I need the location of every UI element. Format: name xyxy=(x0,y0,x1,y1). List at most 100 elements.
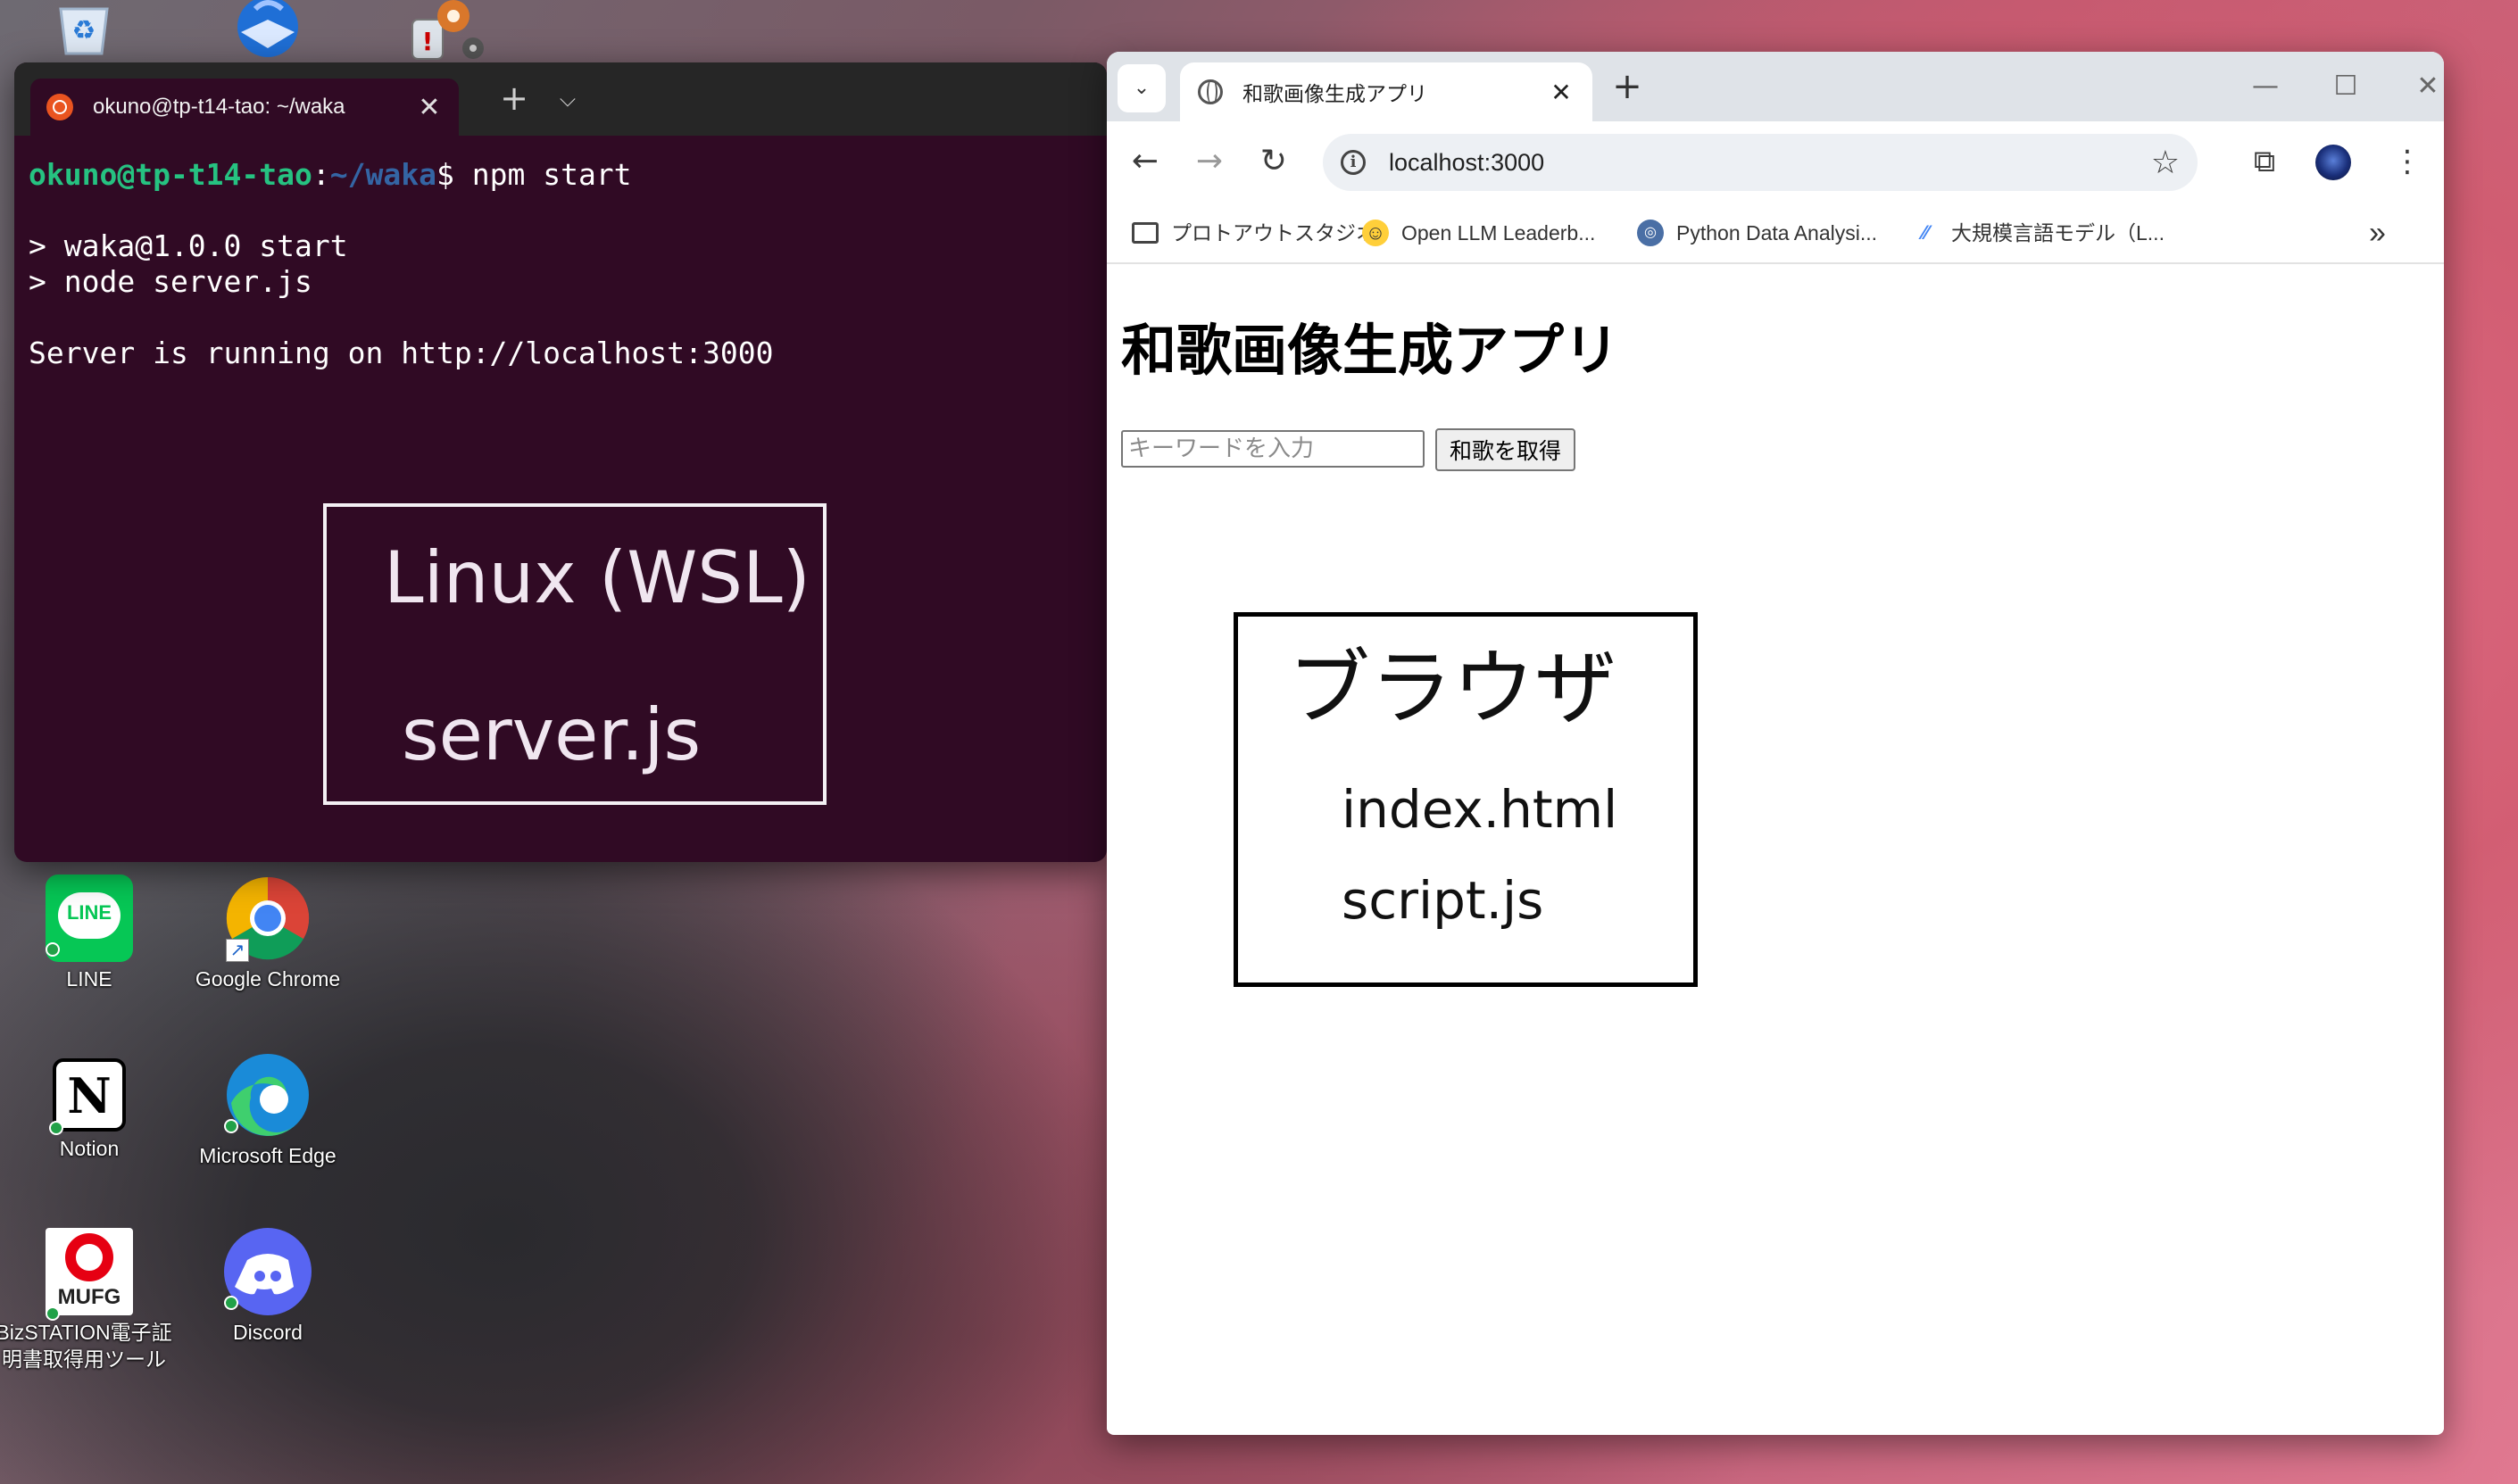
bookmark-item[interactable]: プロトアウトスタジオ xyxy=(1132,202,1376,264)
mufg-icon: MUFG xyxy=(46,1228,133,1321)
profile-avatar[interactable] xyxy=(2315,145,2351,180)
browser-window[interactable]: ⌄ 和歌画像生成アプリ ✕ + — ☐ ✕ ← → ↻ i localhost:… xyxy=(1107,52,2444,1435)
desktop-icon-line[interactable]: LINE LINE xyxy=(0,875,179,992)
bookmark-item[interactable]: ⁄⁄ 大規模言語モデル（L... xyxy=(1912,202,2165,264)
sync-status-icon xyxy=(224,1119,238,1133)
desktop-icon-label: Discord xyxy=(233,1321,303,1344)
desktop-icon-bizstation[interactable]: MUFG BizSTATION電子証明書取得用ツール xyxy=(0,1228,179,1372)
back-arrow-icon[interactable]: ← xyxy=(1123,139,1168,184)
get-waka-button[interactable]: 和歌を取得 xyxy=(1435,428,1576,471)
maximize-icon[interactable]: ☐ xyxy=(2319,52,2373,121)
terminal-output[interactable]: okuno@tp-t14-tao:~/waka$ npm start > wak… xyxy=(14,136,1107,393)
huggingface-icon: ☺ xyxy=(1362,220,1389,246)
annotation-title: Linux (WSL) xyxy=(384,536,810,619)
python-icon: ◎ xyxy=(1637,220,1664,246)
prompt-command: npm start xyxy=(471,157,632,192)
browser-title-bar: ⌄ 和歌画像生成アプリ ✕ + — ☐ ✕ xyxy=(1107,52,2444,121)
bookmark-item[interactable]: ◎ Python Data Analysi... xyxy=(1637,202,1877,264)
tab-search-chevron-icon[interactable]: ⌄ xyxy=(1118,64,1166,112)
prompt-separator: : xyxy=(312,157,330,192)
address-bar[interactable]: i localhost:3000 ☆ xyxy=(1323,134,2198,191)
annotation-file: server.js xyxy=(402,693,702,776)
desktop-icon-label: BizSTATION電子証明書取得用ツール xyxy=(0,1321,172,1371)
page-content: 和歌画像生成アプリ 和歌を取得 ブラウザ index.html script.j… xyxy=(1107,264,2444,1433)
more-menu-icon[interactable]: ⋮ xyxy=(2385,139,2430,184)
annotation-file: index.html xyxy=(1342,779,1618,840)
more-bookmarks-button[interactable]: » xyxy=(2369,202,2386,264)
bookmark-label: Python Data Analysi... xyxy=(1676,221,1878,245)
chrome-icon: ↗ xyxy=(224,875,312,962)
window-close-icon[interactable]: ✕ xyxy=(2401,52,2444,121)
sync-status-icon xyxy=(46,942,60,957)
desktop-icon-google-chrome[interactable]: ↗ Google Chrome xyxy=(179,875,357,992)
recycle-bin-icon[interactable]: ♻ xyxy=(50,0,118,57)
url-text[interactable]: localhost:3000 xyxy=(1389,149,2151,177)
folder-icon xyxy=(1132,222,1159,244)
desktop-icon-microsoft-edge[interactable]: Microsoft Edge xyxy=(179,1051,357,1169)
terminal-prompt-line: okuno@tp-t14-tao:~/waka$ npm start xyxy=(29,157,1093,193)
bookmark-label: 大規模言語モデル（L... xyxy=(1951,221,2165,245)
svg-text:!: ! xyxy=(422,27,434,56)
bookmarks-bar: プロトアウトスタジオ ☺ Open LLM Leaderb... ◎ Pytho… xyxy=(1107,202,2444,264)
more-bookmarks-icon: » xyxy=(2369,216,2386,250)
sync-status-icon xyxy=(46,1306,60,1321)
settings-tool-icon[interactable]: ! xyxy=(403,0,493,64)
desktop-icon-label: Notion xyxy=(59,1137,120,1160)
terminal-output-line: Server is running on http://localhost:30… xyxy=(29,336,774,370)
desktop-icon-label: Microsoft Edge xyxy=(199,1144,337,1167)
ai-icon: ⁄⁄ xyxy=(1922,221,1929,244)
desktop-icon-discord[interactable]: Discord xyxy=(179,1228,357,1346)
browser-tab[interactable]: 和歌画像生成アプリ ✕ xyxy=(1180,62,1592,121)
extensions-puzzle-icon[interactable]: ⧉ xyxy=(2242,139,2287,184)
bookmark-label: Open LLM Leaderb... xyxy=(1401,221,1596,245)
annotation-title: ブラウザ xyxy=(1288,641,1617,736)
terminal-tab-title: okuno@tp-t14-tao: ~/waka xyxy=(93,95,345,119)
shortcut-arrow-icon: ↗ xyxy=(226,939,249,962)
bookmark-label: プロトアウトスタジオ xyxy=(1171,221,1376,245)
desktop-icon-notion[interactable]: N Notion xyxy=(0,1051,179,1162)
globe-icon xyxy=(1198,79,1223,104)
desktop-icon-label: LINE xyxy=(66,967,112,991)
prompt-user: okuno@tp-t14-tao xyxy=(29,157,312,192)
sync-status-icon xyxy=(224,1296,238,1310)
keyword-input[interactable] xyxy=(1121,430,1425,468)
browser-toolbar: ← → ↻ i localhost:3000 ☆ ⧉ ⋮ xyxy=(1107,121,2444,202)
thunderbird-icon[interactable] xyxy=(220,0,312,64)
svg-text:♻: ♻ xyxy=(72,15,96,46)
mufg-logo-text: MUFG xyxy=(57,1285,121,1309)
line-logo-text: LINE xyxy=(66,901,112,924)
notion-icon: N xyxy=(49,1058,126,1135)
notion-logo-text: N xyxy=(67,1067,112,1124)
terminal-output-line: > waka@1.0.0 start xyxy=(29,228,348,263)
bookmark-star-icon[interactable]: ☆ xyxy=(2151,145,2180,181)
bookmark-item[interactable]: ☺ Open LLM Leaderb... xyxy=(1362,202,1595,264)
forward-arrow-icon[interactable]: → xyxy=(1187,139,1232,184)
terminal-tab-bar: okuno@tp-t14-tao: ~/waka ✕ + ⌵ xyxy=(14,62,1107,136)
close-icon[interactable]: ✕ xyxy=(1548,78,1575,107)
minimize-icon[interactable]: — xyxy=(2239,52,2292,121)
new-tab-plus-icon[interactable]: + xyxy=(496,62,532,134)
prompt-symbol: $ xyxy=(436,157,472,192)
terminal-output-line: > node server.js xyxy=(29,264,312,299)
terminal-window[interactable]: okuno@tp-t14-tao: ~/waka ✕ + ⌵ okuno@tp-… xyxy=(14,62,1107,862)
annotation-file: script.js xyxy=(1342,870,1544,931)
prompt-path: ~/waka xyxy=(329,157,436,192)
chevron-down-icon[interactable]: ⌵ xyxy=(550,62,586,136)
page-title: 和歌画像生成アプリ xyxy=(1121,318,1620,383)
linux-annotation-box: Linux (WSL) server.js xyxy=(323,503,827,805)
new-tab-plus-icon[interactable]: + xyxy=(1605,52,1650,121)
browser-tab-title: 和歌画像生成アプリ xyxy=(1242,83,1427,106)
edge-icon xyxy=(224,1051,312,1139)
desktop-icon-label: Google Chrome xyxy=(195,967,341,991)
sync-status-icon xyxy=(49,1121,63,1135)
line-app-icon: LINE xyxy=(46,875,133,962)
terminal-tab[interactable]: okuno@tp-t14-tao: ~/waka ✕ xyxy=(30,79,459,136)
browser-annotation-box: ブラウザ index.html script.js xyxy=(1234,612,1698,987)
reload-icon[interactable]: ↻ xyxy=(1251,139,1296,184)
close-icon[interactable]: ✕ xyxy=(416,92,443,123)
site-info-icon[interactable]: i xyxy=(1341,150,1366,175)
discord-icon xyxy=(224,1228,312,1315)
ubuntu-icon xyxy=(46,94,73,120)
